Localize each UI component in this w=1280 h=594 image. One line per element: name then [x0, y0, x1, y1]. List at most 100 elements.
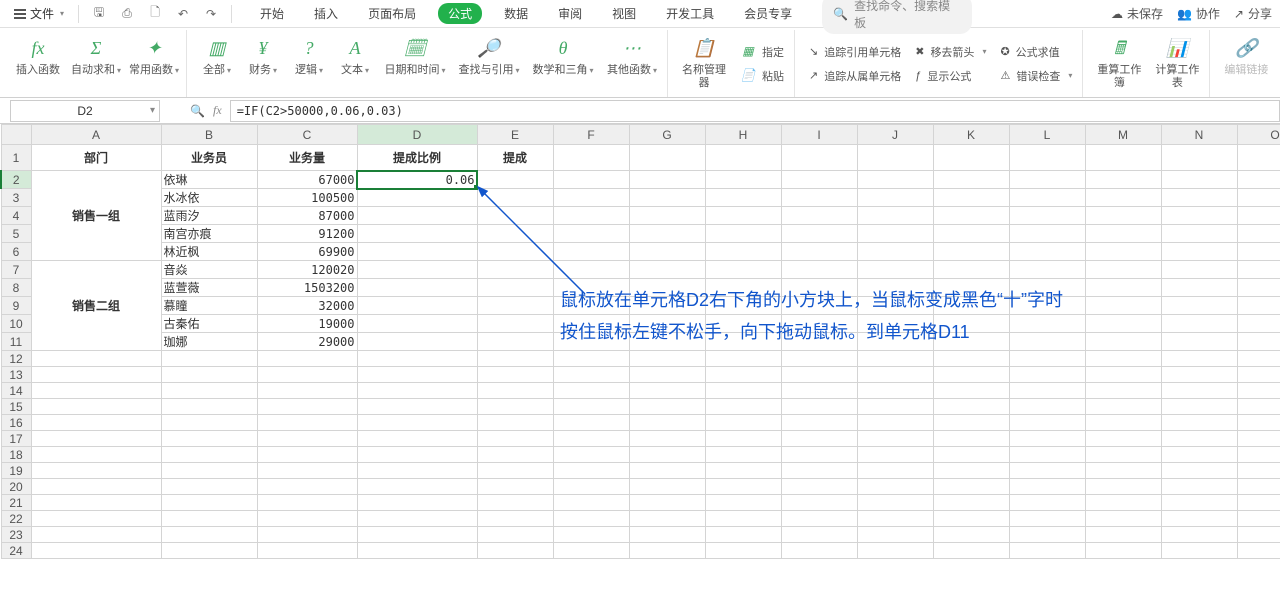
cell[interactable] — [161, 527, 257, 543]
cell[interactable] — [1161, 279, 1237, 297]
col-header[interactable]: M — [1085, 125, 1161, 145]
cell[interactable] — [357, 261, 477, 279]
tab-page-layout[interactable]: 页面布局 — [360, 2, 424, 25]
cell[interactable]: 69900 — [257, 243, 357, 261]
cell[interactable]: 1503200 — [257, 279, 357, 297]
cell[interactable] — [553, 351, 629, 367]
cell[interactable] — [477, 383, 553, 399]
tab-start[interactable]: 开始 — [252, 2, 292, 25]
cell[interactable] — [933, 415, 1009, 431]
lookup-fn-button[interactable]: 🔎 查找与引用▾ — [455, 32, 523, 95]
cell[interactable] — [553, 225, 629, 243]
cell[interactable]: 0.06 — [357, 171, 477, 189]
cell[interactable] — [705, 479, 781, 495]
cell[interactable] — [477, 415, 553, 431]
cell[interactable] — [629, 511, 705, 527]
cell[interactable] — [629, 399, 705, 415]
cell[interactable] — [705, 225, 781, 243]
cell[interactable] — [553, 297, 629, 315]
cell[interactable]: 慕瞳 — [161, 297, 257, 315]
name-box[interactable]: D2 ▾ — [10, 100, 160, 122]
cell[interactable] — [857, 383, 933, 399]
cell[interactable] — [933, 479, 1009, 495]
cell[interactable]: 87000 — [257, 207, 357, 225]
col-header[interactable]: A — [31, 125, 161, 145]
magnify-icon[interactable]: 🔍 — [190, 104, 205, 118]
cell[interactable] — [857, 543, 933, 559]
cell[interactable] — [161, 399, 257, 415]
cell[interactable] — [629, 415, 705, 431]
row-header[interactable]: 24 — [1, 543, 31, 559]
cell[interactable] — [553, 145, 629, 171]
cell[interactable] — [1009, 261, 1085, 279]
cell[interactable] — [1161, 189, 1237, 207]
cell[interactable] — [629, 225, 705, 243]
cell[interactable] — [1161, 315, 1237, 333]
cell[interactable] — [161, 431, 257, 447]
cell[interactable]: 提成比例 — [357, 145, 477, 171]
cell[interactable] — [357, 225, 477, 243]
cell[interactable] — [629, 297, 705, 315]
math-fn-button[interactable]: θ 数学和三角▾ — [529, 32, 597, 95]
cell[interactable] — [1085, 463, 1161, 479]
cell[interactable] — [1009, 243, 1085, 261]
cell[interactable] — [781, 261, 857, 279]
cell[interactable] — [31, 447, 161, 463]
cell[interactable] — [1009, 225, 1085, 243]
row-header[interactable]: 12 — [1, 351, 31, 367]
row-header[interactable]: 9 — [1, 297, 31, 315]
cell[interactable] — [257, 383, 357, 399]
cell[interactable] — [1237, 351, 1280, 367]
cell[interactable] — [933, 261, 1009, 279]
cell[interactable] — [781, 511, 857, 527]
autosum-button[interactable]: Σ 自动求和▾ — [70, 32, 122, 95]
cell[interactable] — [477, 207, 553, 225]
col-header[interactable]: F — [553, 125, 629, 145]
cell[interactable] — [705, 189, 781, 207]
row-header[interactable]: 13 — [1, 367, 31, 383]
cell[interactable] — [781, 399, 857, 415]
tab-formula[interactable]: 公式 — [438, 3, 482, 24]
cell[interactable] — [781, 383, 857, 399]
cell[interactable] — [1161, 431, 1237, 447]
cell[interactable] — [257, 527, 357, 543]
cell[interactable] — [933, 189, 1009, 207]
cell[interactable] — [781, 315, 857, 333]
cell[interactable] — [31, 495, 161, 511]
cell[interactable] — [1009, 511, 1085, 527]
cell[interactable] — [357, 351, 477, 367]
cell[interactable] — [357, 415, 477, 431]
row-header[interactable]: 22 — [1, 511, 31, 527]
cell[interactable] — [477, 225, 553, 243]
cell[interactable] — [357, 495, 477, 511]
cell[interactable] — [629, 243, 705, 261]
cell[interactable] — [477, 351, 553, 367]
cell[interactable] — [31, 415, 161, 431]
cell[interactable] — [161, 415, 257, 431]
undo-icon[interactable]: ↶ — [171, 3, 195, 25]
cell[interactable] — [1085, 351, 1161, 367]
cell[interactable] — [553, 447, 629, 463]
cell[interactable] — [357, 243, 477, 261]
cell[interactable] — [477, 463, 553, 479]
cell[interactable] — [1009, 207, 1085, 225]
cell[interactable] — [933, 279, 1009, 297]
cell[interactable] — [1161, 243, 1237, 261]
tab-view[interactable]: 视图 — [604, 2, 644, 25]
cell[interactable] — [1161, 383, 1237, 399]
cell[interactable] — [857, 225, 933, 243]
cell[interactable] — [1237, 261, 1280, 279]
cell[interactable] — [1085, 543, 1161, 559]
cell[interactable] — [705, 261, 781, 279]
cell[interactable] — [1161, 333, 1237, 351]
share-button[interactable]: ↗ 分享 — [1234, 5, 1272, 22]
cell[interactable] — [933, 243, 1009, 261]
cell[interactable] — [857, 415, 933, 431]
cell[interactable] — [161, 511, 257, 527]
recalc-workbook-button[interactable]: 🖩 重算工作簿 — [1093, 32, 1145, 95]
collab-button[interactable]: 👥 协作 — [1177, 5, 1220, 22]
cell[interactable] — [357, 383, 477, 399]
cell[interactable] — [477, 543, 553, 559]
cell[interactable] — [781, 431, 857, 447]
cell[interactable] — [1085, 297, 1161, 315]
